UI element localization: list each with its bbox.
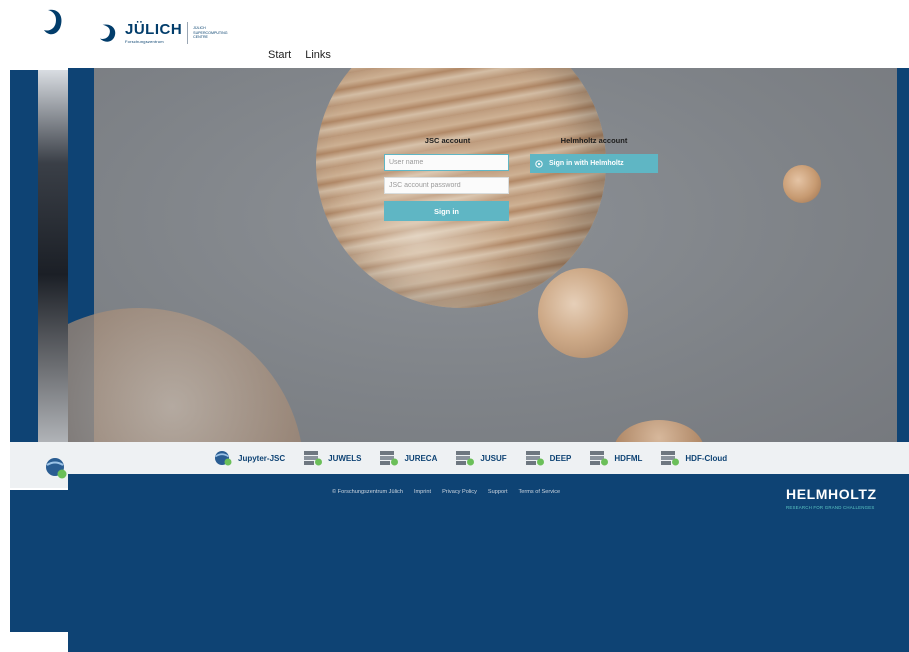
julich-logo-mark-icon xyxy=(44,9,62,35)
helmholtz-sign-in-button[interactable]: Sign in with Helmholtz xyxy=(530,154,658,173)
password-input[interactable] xyxy=(384,177,509,194)
service-label: JUWELS xyxy=(328,453,362,463)
main-nav: Start Links xyxy=(268,49,331,61)
service-bar: Jupyter-JSC JUWELS JURECA JUSUF DEEP HDF… xyxy=(68,442,909,474)
main-page: JÜLICH Forschungszentrum JÜLICH SUPERCOM… xyxy=(68,0,909,652)
space-background-image: JSC account Sign in Helmholtz account Si… xyxy=(68,68,897,442)
service-label: DEEP xyxy=(549,453,572,463)
server-icon xyxy=(456,451,475,466)
logo-divider xyxy=(187,22,189,44)
helmholtz-login-column: Helmholtz account Sign in with Helmholtz xyxy=(530,128,658,173)
service-hdf-cloud[interactable]: HDF-Cloud xyxy=(660,450,727,466)
logo-text: JÜLICH Forschungszentrum xyxy=(125,22,182,44)
footer-link-support[interactable]: Support xyxy=(488,489,508,495)
footer-link-terms-of-service[interactable]: Terms of Service xyxy=(519,489,561,495)
logo-word: JÜLICH xyxy=(125,21,183,38)
service-jupyter-jsc[interactable]: Jupyter-JSC xyxy=(213,450,285,466)
service-label: Jupyter-JSC xyxy=(238,453,286,463)
footer-copyright: © Forschungszentrum Jülich xyxy=(332,489,403,495)
background-footer xyxy=(10,490,70,632)
server-icon xyxy=(304,451,323,466)
helmholtz-sign-in-label: Sign in with Helmholtz xyxy=(549,160,624,167)
service-juwels[interactable]: JUWELS xyxy=(303,450,361,466)
hero-right-band xyxy=(897,68,909,442)
server-icon xyxy=(525,451,544,466)
julich-logo[interactable]: JÜLICH Forschungszentrum JÜLICH SUPERCOM… xyxy=(98,22,228,44)
helmholtz-account-title: Helmholtz account xyxy=(560,136,628,145)
page-header: JÜLICH Forschungszentrum JÜLICH SUPERCOM… xyxy=(68,0,909,68)
page-footer: © Forschungszentrum Jülich Imprint Priva… xyxy=(68,474,909,652)
service-jusuf[interactable]: JUSUF xyxy=(455,450,507,466)
helmholtz-wordmark: HELMHOLTZ xyxy=(786,486,877,502)
service-list: Jupyter-JSC JUWELS JURECA JUSUF DEEP HDF… xyxy=(213,450,745,466)
jupyter-jsc-icon xyxy=(46,458,67,479)
server-icon xyxy=(380,451,399,466)
footer-link-imprint[interactable]: Imprint xyxy=(414,489,431,495)
moon-image xyxy=(68,308,304,442)
sign-in-button[interactable]: Sign in xyxy=(384,201,509,221)
service-deep[interactable]: DEEP xyxy=(525,450,572,466)
moon-image xyxy=(783,165,821,203)
service-label: HDFML xyxy=(614,453,643,463)
jsc-login-column: JSC account Sign in xyxy=(384,128,511,221)
helmholtz-tagline: RESEARCH FOR GRAND CHALLENGES xyxy=(786,505,875,510)
nav-start[interactable]: Start xyxy=(268,49,291,61)
julich-logo-mark-icon xyxy=(99,24,116,42)
server-icon xyxy=(590,451,609,466)
hero-section: JSC account Sign in Helmholtz account Si… xyxy=(68,68,909,442)
helmholtz-logo[interactable]: HELMHOLTZ RESEARCH FOR GRAND CHALLENGES xyxy=(786,486,877,511)
nav-links[interactable]: Links xyxy=(305,49,331,61)
background-hero-photo xyxy=(38,70,70,442)
footer-links: © Forschungszentrum Jülich Imprint Priva… xyxy=(332,489,560,495)
service-label: JUSUF xyxy=(480,453,507,463)
service-label: HDF-Cloud xyxy=(685,453,728,463)
moon-image xyxy=(538,268,628,358)
logo-centre-text: JÜLICH SUPERCOMPUTING CENTRE xyxy=(193,26,227,40)
service-jureca[interactable]: JURECA xyxy=(379,450,437,466)
logo-subtitle: Forschungszentrum xyxy=(125,39,164,44)
server-icon xyxy=(661,451,680,466)
service-hdfml[interactable]: HDFML xyxy=(589,450,642,466)
service-label: JURECA xyxy=(404,453,438,463)
jupyter-jsc-icon xyxy=(215,451,232,466)
footer-link-privacy-policy[interactable]: Privacy Policy xyxy=(442,489,477,495)
jsc-account-title: JSC account xyxy=(424,136,471,145)
logo-centre-line: CENTRE xyxy=(193,35,208,40)
username-input[interactable] xyxy=(384,154,509,171)
moon-image xyxy=(614,420,704,442)
login-panel: JSC account Sign in Helmholtz account Si… xyxy=(358,128,668,248)
helmholtz-aai-icon xyxy=(535,159,543,168)
